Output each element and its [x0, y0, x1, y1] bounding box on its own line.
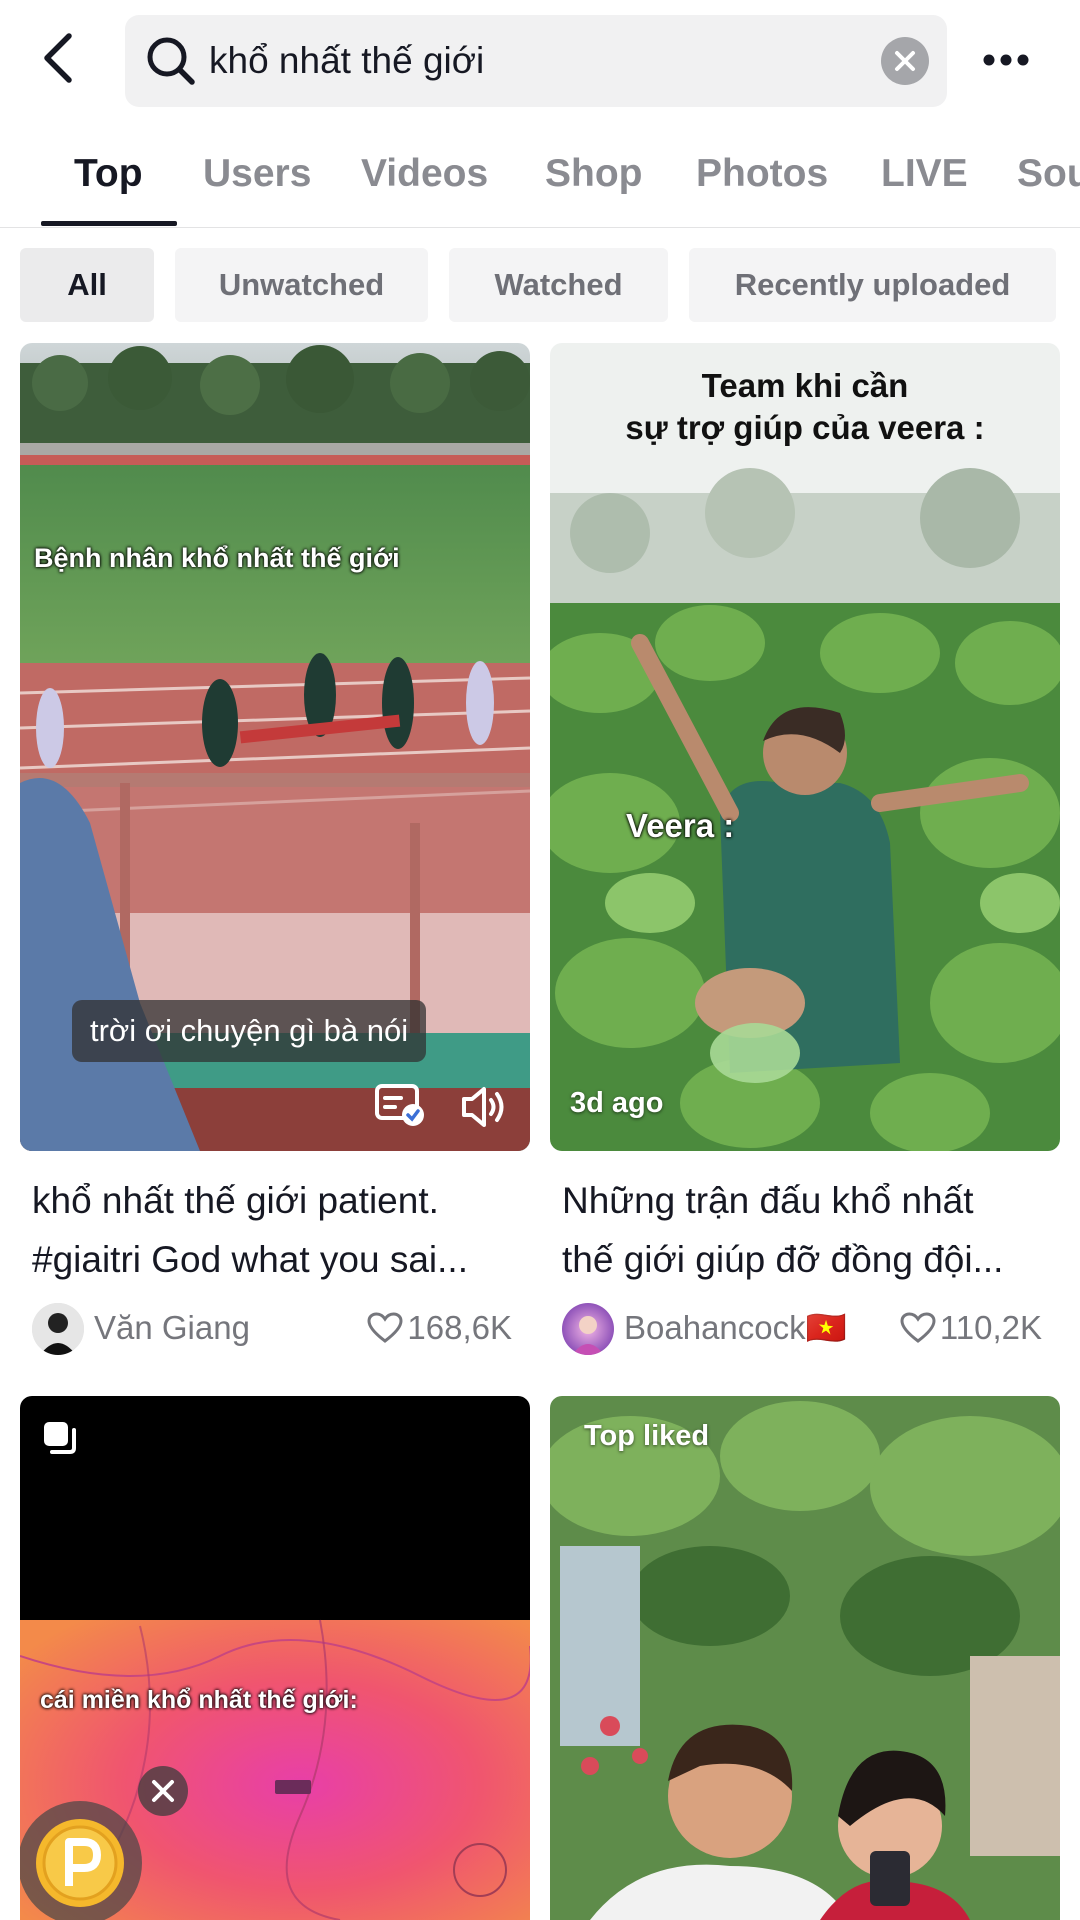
more-options-button[interactable] [976, 30, 1036, 90]
video-thumbnail-3[interactable]: cái miền khổ nhất thế giới: [20, 1396, 530, 1920]
overlay-label: Veera : [626, 807, 735, 844]
search-header: khổ nhất thế giới [0, 0, 1080, 120]
filter-watched[interactable]: Watched [449, 248, 668, 322]
search-input[interactable]: khổ nhất thế giới [125, 15, 947, 107]
avatar-image [562, 1303, 614, 1355]
video-overlay-text: Bệnh nhân khổ nhất thế giới [34, 543, 400, 573]
points-reward-button[interactable] [20, 1801, 142, 1920]
dismiss-button[interactable] [138, 1766, 188, 1816]
top-liked-badge: Top liked [584, 1420, 710, 1452]
clear-search-button[interactable] [881, 37, 929, 85]
like-count: 168,6K [367, 1300, 512, 1356]
tab-videos[interactable]: Videos [361, 152, 488, 196]
title-line: Những trận đấu khổ nhất [562, 1180, 974, 1221]
video-thumbnail-1[interactable]: Bệnh nhân khổ nhất thế giới trời ơi chuy… [20, 343, 530, 1151]
like-count-value: 110,2K [939, 1309, 1042, 1346]
title-line: #giaitri God what you sai... [32, 1239, 468, 1280]
speaker-icon[interactable] [460, 1085, 510, 1129]
tab-users[interactable]: Users [203, 152, 311, 196]
tab-live[interactable]: LIVE [881, 152, 968, 196]
video-overlay-text: cái miền khổ nhất thế giới: [40, 1686, 358, 1714]
tab-top[interactable]: Top [74, 152, 143, 196]
back-arrow-icon [44, 33, 72, 83]
taro-field-scene-image [550, 343, 1060, 1151]
close-icon [895, 51, 915, 71]
avatar-image [32, 1303, 84, 1355]
title-line: khổ nhất thế giới patient. [32, 1180, 439, 1221]
search-query: khổ nhất thế giới [209, 40, 485, 81]
avatar[interactable] [562, 1303, 614, 1355]
avatar[interactable] [32, 1303, 84, 1355]
photo-carousel-icon [44, 1422, 76, 1454]
video-thumbnail-4[interactable]: Top liked [550, 1396, 1060, 1920]
tab-photos[interactable]: Photos [696, 152, 828, 196]
points-coin-icon [36, 1819, 124, 1907]
more-dots-icon [983, 54, 1029, 66]
like-count-value: 168,6K [407, 1309, 512, 1346]
video-caption: trời ơi chuyện gì bà nói [72, 1000, 427, 1062]
author-name[interactable]: Boahancock🇻🇳 [624, 1300, 847, 1356]
captions-icon[interactable] [375, 1083, 425, 1127]
like-count: 110,2K [900, 1300, 1042, 1356]
filter-all[interactable]: All [20, 248, 154, 322]
video-meta-2: Boahancock🇻🇳 110,2K [562, 1300, 1042, 1356]
video-title-2[interactable]: Những trận đấu khổ nhất thế giới giúp đỡ… [562, 1171, 1067, 1289]
heart-icon [900, 1312, 936, 1343]
tab-shop[interactable]: Shop [545, 152, 642, 196]
filter-recently-uploaded[interactable]: Recently uploaded [689, 248, 1056, 322]
heart-icon [367, 1312, 403, 1343]
back-button[interactable] [28, 26, 90, 90]
search-icon [147, 37, 195, 85]
upload-age-badge: 3d ago [570, 1087, 664, 1119]
filter-unwatched[interactable]: Unwatched [175, 248, 428, 322]
overlay-title-line: sự trợ giúp của veera : [625, 409, 985, 446]
video-thumbnail-2[interactable]: Team khi cần sự trợ giúp của veera : Vee… [550, 343, 1060, 1151]
close-icon [152, 1780, 174, 1802]
search-tabs: Top Users Videos Shop Photos LIVE Sou [0, 140, 1080, 228]
tab-sounds[interactable]: Sou [1017, 152, 1080, 196]
video-meta-1: Văn Giang 168,6K [32, 1300, 512, 1356]
overlay-title: Team khi cần sự trợ giúp của veera : [550, 365, 1060, 449]
active-tab-indicator [41, 221, 177, 226]
title-line: thế giới giúp đỡ đồng đội... [562, 1239, 1004, 1280]
author-name[interactable]: Văn Giang [94, 1300, 250, 1356]
couple-garden-image [550, 1396, 1060, 1920]
overlay-title-line: Team khi cần [701, 367, 909, 404]
video-title-1[interactable]: khổ nhất thế giới patient. #giaitri God … [32, 1171, 537, 1289]
